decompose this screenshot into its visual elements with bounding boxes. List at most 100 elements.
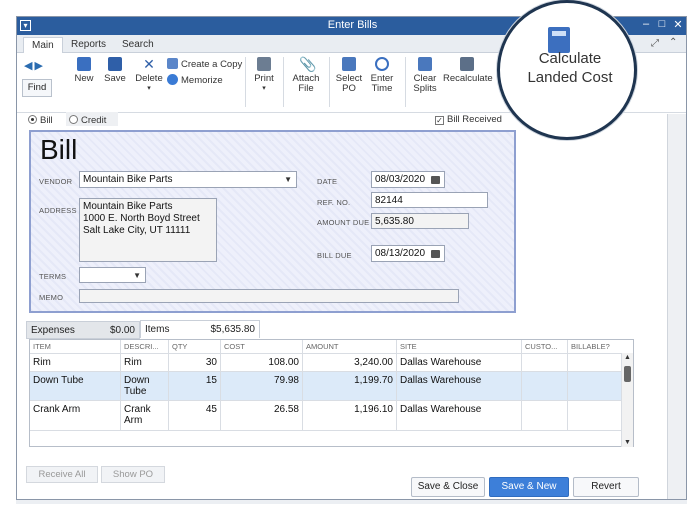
table-row[interactable] [30,430,622,447]
memo-field[interactable] [79,289,459,303]
show-po-button[interactable]: Show PO [101,466,165,483]
print-button[interactable]: Print ▾ [253,57,275,94]
tab-items[interactable]: Items $5,635.80 [140,320,260,338]
credit-radio[interactable]: Credit [69,115,106,126]
tab-search[interactable]: Search [114,37,162,53]
col-header-amount[interactable]: AMOUNT [303,340,397,353]
memorize-button[interactable]: Memorize [167,74,223,86]
bill-title: Bill [40,134,78,165]
cell-amount[interactable]: 1,199.70 [303,372,397,400]
toolbar-divider [245,57,246,107]
cell-description[interactable]: Down Tube [121,372,169,400]
save-button[interactable]: Save [102,57,128,84]
save-new-button[interactable]: Save & New [489,477,569,497]
copy-icon [167,58,178,69]
cell-customer[interactable] [522,372,568,400]
cell-item[interactable]: Rim [30,354,121,371]
col-header-customer[interactable]: CUSTO... [522,340,568,353]
scroll-down-icon[interactable]: ▼ [624,439,631,446]
attach-file-button[interactable]: 📎 Attach File [291,57,321,94]
dropdown-arrow-icon[interactable]: ▼ [284,175,292,184]
clear-splits-button[interactable]: Clear Splits [412,57,438,94]
expand-icon[interactable]: ⤢ [651,38,659,49]
ref-no-field[interactable]: 82144 [371,192,488,208]
table-row[interactable]: Rim Rim 30 108.00 3,240.00 Dallas Wareho… [30,353,622,371]
cell-item[interactable]: Down Tube [30,372,121,400]
address-field[interactable]: Mountain Bike Parts 1000 E. North Boyd S… [79,198,217,262]
cell-customer[interactable] [522,354,568,371]
delete-icon: ✕ [143,56,155,72]
cell-billable[interactable] [568,354,622,371]
cell-cost[interactable]: 26.58 [221,401,303,430]
revert-button[interactable]: Revert [573,477,639,497]
collapse-ribbon-icon[interactable]: ⌃ [669,37,677,48]
col-header-billable[interactable]: BILLABLE? [568,340,622,353]
bill-received-label: Bill Received [447,114,502,125]
select-po-button[interactable]: Select PO [335,57,363,94]
save-close-button[interactable]: Save & Close [411,477,485,497]
cell-billable[interactable] [568,401,622,430]
minimize-icon[interactable]: – [639,18,653,30]
calendar-icon[interactable] [431,250,440,258]
callout-line-2: Landed Cost [527,69,613,86]
cell-customer[interactable] [522,401,568,430]
bill-due-field[interactable]: 08/13/2020 [371,245,445,262]
cell-qty[interactable]: 45 [169,401,221,430]
cell-site[interactable]: Dallas Warehouse [397,354,522,371]
close-icon[interactable]: ✕ [671,18,685,31]
grid-scrollbar[interactable]: ▲ ▼ [621,353,633,447]
cell-amount[interactable]: 1,196.10 [303,401,397,430]
cell-billable[interactable] [568,372,622,400]
scroll-up-icon[interactable]: ▲ [624,354,631,361]
dropdown-arrow-icon[interactable]: ▼ [133,271,141,280]
tab-expenses[interactable]: Expenses $0.00 [26,321,140,339]
cell-item[interactable]: Crank Arm [30,401,121,430]
address-line-2: 1000 E. North Boyd Street [83,213,200,224]
cell-description[interactable]: Rim [121,354,169,371]
clear-splits-icon [418,57,432,71]
cell-description[interactable]: Crank Arm [121,401,169,430]
recalculate-button[interactable]: Recalculate [443,57,493,84]
cell-site[interactable]: Dallas Warehouse [397,372,522,400]
cell-qty[interactable]: 30 [169,354,221,371]
calendar-icon[interactable] [431,176,440,184]
find-button[interactable]: Find [22,79,52,97]
new-button[interactable]: New [72,57,96,84]
col-header-qty[interactable]: QTY [169,340,221,353]
col-header-cost[interactable]: COST [221,340,303,353]
table-row[interactable]: Down Tube Down Tube 15 79.98 1,199.70 Da… [30,371,622,400]
terms-field[interactable]: ▼ [79,267,146,283]
cell-cost[interactable]: 108.00 [221,354,303,371]
create-copy-button[interactable]: Create a Copy [167,58,242,70]
scroll-thumb[interactable] [624,366,631,382]
toolbar-divider [405,57,406,107]
description-line-1: Crank [124,404,151,415]
bill-radio[interactable]: Bill [28,115,53,126]
window-scrollbar[interactable] [667,114,686,499]
vendor-field[interactable]: Mountain Bike Parts ▼ [79,171,297,188]
cell-qty[interactable]: 15 [169,372,221,400]
maximize-icon[interactable]: □ [655,18,669,30]
cell-site[interactable]: Dallas Warehouse [397,401,522,430]
address-line-3: Salt Lake City, UT 11111 [83,225,191,236]
date-field[interactable]: 08/03/2020 [371,171,445,188]
prev-next-arrows-icon[interactable]: ◀▶ [24,59,45,72]
select-po-icon [342,57,356,71]
cell-amount[interactable]: 3,240.00 [303,354,397,371]
cell-cost[interactable]: 79.98 [221,372,303,400]
tab-reports[interactable]: Reports [63,37,114,53]
col-header-item[interactable]: ITEM [30,340,121,353]
table-row[interactable]: Crank Arm Crank Arm 45 26.58 1,196.10 Da… [30,400,622,430]
amount-due-field[interactable]: 5,635.80 [371,213,469,229]
items-tab-label: Items [145,324,170,335]
col-header-description[interactable]: DESCRI... [121,340,169,353]
amount-due-label: AMOUNT DUE [317,218,370,227]
bill-received-checkbox[interactable]: ✓ Bill Received [435,114,502,125]
enter-time-button[interactable]: Enter Time [369,57,395,94]
delete-button[interactable]: ✕ Delete ▾ [134,57,164,94]
landed-cost-callout[interactable]: Calculate Landed Cost [497,0,637,140]
receive-all-button[interactable]: Receive All [26,466,98,483]
items-tab-amount: $5,635.80 [210,324,256,335]
tab-main[interactable]: Main [23,37,63,53]
col-header-site[interactable]: SITE [397,340,522,353]
